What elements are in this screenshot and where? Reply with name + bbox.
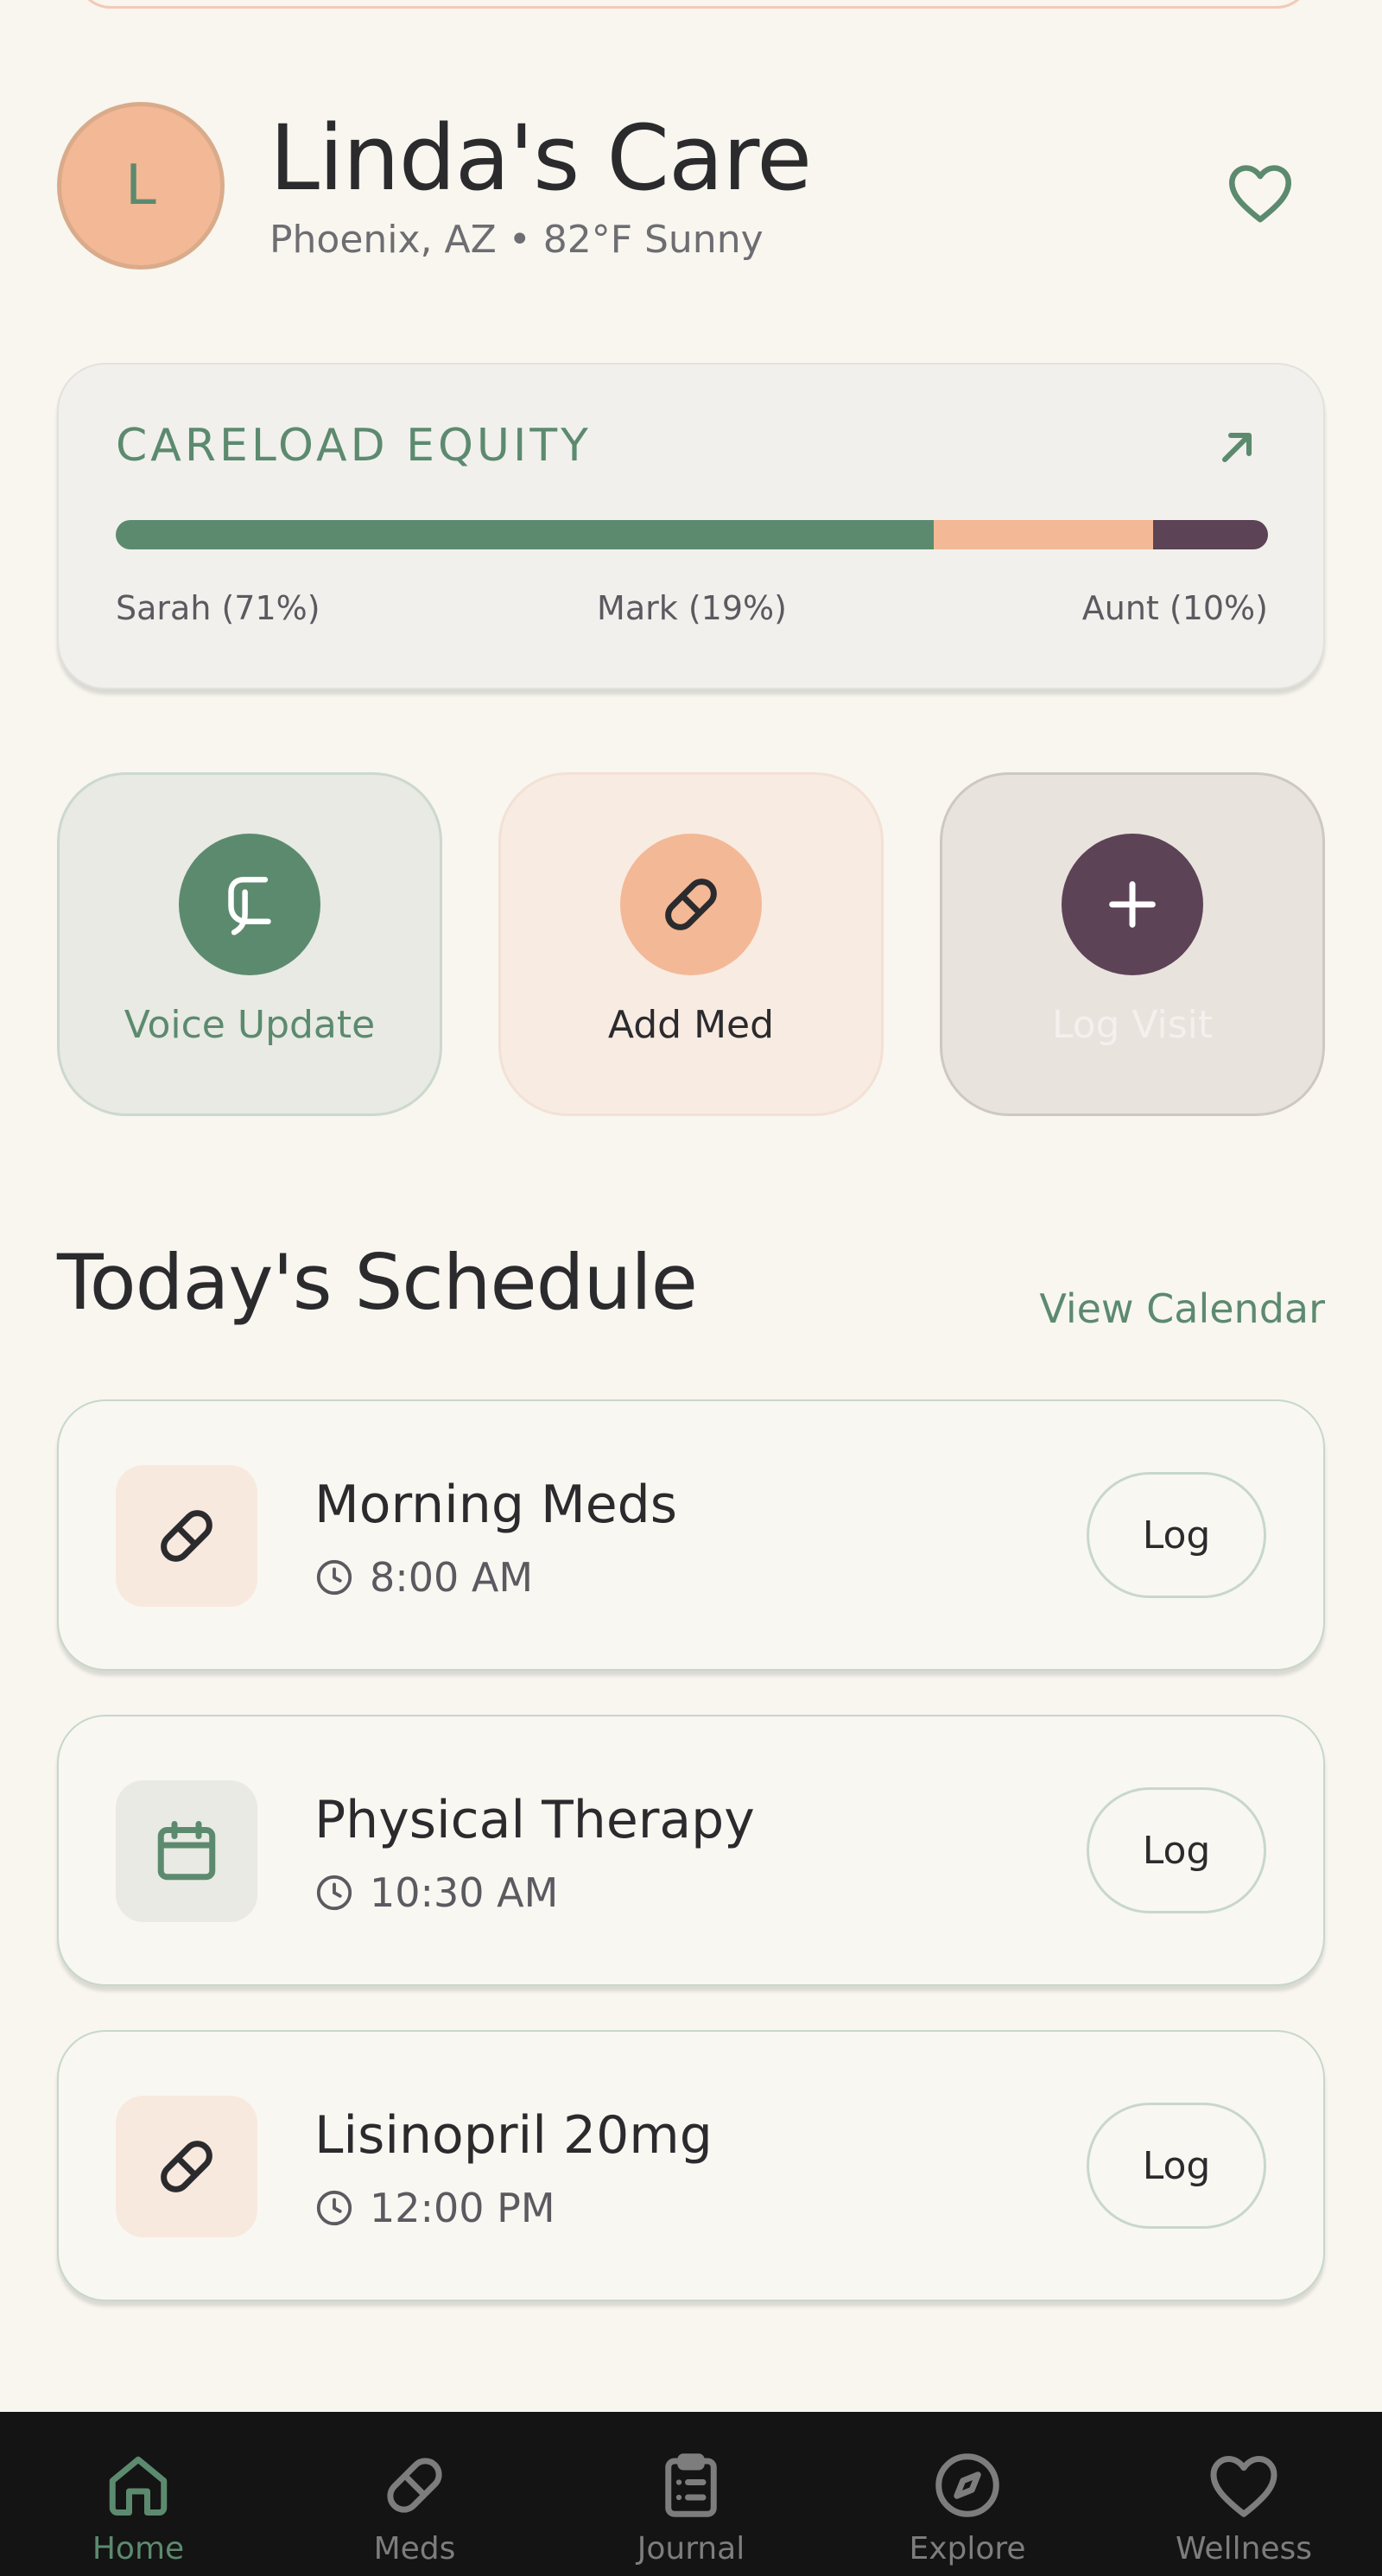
task-name: Physical Therapy (314, 1790, 755, 1850)
nav-explore[interactable]: Explore (829, 2412, 1106, 2576)
previous-card-edge (76, 0, 1311, 9)
log-visit-label: Log Visit (1051, 1003, 1214, 1047)
schedule-item: Morning Meds 8:00 AM Log (57, 1399, 1325, 1671)
schedule-title: Today's Schedule (57, 1238, 698, 1327)
home-icon (109, 2456, 168, 2516)
heart-icon (1229, 165, 1291, 223)
careload-segment-sarah (116, 520, 935, 549)
plus-icon-circle (1062, 834, 1203, 975)
careload-segment-aunt (1152, 520, 1268, 549)
nav-journal-label: Journal (637, 2531, 745, 2566)
task-time-text: 8:00 AM (370, 1554, 534, 1601)
arrow-up-right-icon[interactable] (1213, 423, 1261, 472)
nav-home-label: Home (92, 2531, 185, 2566)
task-icon-box (116, 1780, 257, 1922)
task-time: 8:00 AM (314, 1553, 533, 1602)
careload-legend: Sarah (71%) Mark (19%) Aunt (10%) (116, 589, 1268, 632)
careload-equity-card: CARELOAD EQUITY Sarah (71%) Mark (19%) A… (57, 363, 1325, 689)
pill-icon-circle (620, 834, 762, 975)
task-time-text: 12:00 PM (370, 2185, 555, 2231)
nav-wellness[interactable]: Wellness (1106, 2412, 1382, 2576)
calendar-icon (157, 1821, 216, 1881)
careload-bar (116, 520, 1268, 549)
plus-icon (1109, 881, 1156, 928)
voice-icon (228, 877, 271, 936)
voice-update-button[interactable]: Voice Update (57, 772, 442, 1116)
task-name: Morning Meds (314, 1475, 677, 1535)
log-button[interactable]: Log (1087, 1787, 1266, 1913)
task-time: 12:00 PM (314, 2184, 555, 2232)
nav-explore-label: Explore (909, 2531, 1026, 2566)
task-name: Lisinopril 20mg (314, 2105, 713, 2166)
nav-meds-label: Meds (373, 2531, 456, 2566)
care-header: L Linda's Care Phoenix, AZ • 82°F Sunny (57, 102, 1325, 275)
heart-icon (1210, 2456, 1277, 2517)
log-visit-button[interactable]: Log Visit (940, 772, 1325, 1116)
compass-icon (935, 2453, 999, 2517)
nav-meds[interactable]: Meds (276, 2412, 553, 2576)
bottom-nav: Home Meds Journal Explore Wellness (0, 2412, 1382, 2576)
location-weather: Phoenix, AZ • 82°F Sunny (269, 218, 764, 262)
task-icon-box (116, 2096, 257, 2237)
task-icon-box (116, 1465, 257, 1607)
nav-home[interactable]: Home (0, 2412, 276, 2576)
avatar[interactable]: L (57, 102, 225, 270)
pill-icon (161, 2141, 212, 2192)
nav-wellness-label: Wellness (1175, 2531, 1313, 2566)
log-button[interactable]: Log (1087, 1472, 1266, 1598)
pill-icon (665, 879, 717, 930)
voice-update-label: Voice Update (124, 1003, 376, 1047)
nav-journal[interactable]: Journal (553, 2412, 829, 2576)
clock-icon (316, 1875, 352, 1911)
task-time-text: 10:30 AM (370, 1869, 559, 1916)
pill-icon (387, 2458, 442, 2513)
legend-sarah: Sarah (71%) (116, 589, 320, 627)
task-time: 10:30 AM (314, 1869, 558, 1917)
legend-aunt: Aunt (10%) (1081, 589, 1268, 627)
page-title: Linda's Care (269, 105, 812, 211)
view-calendar-link[interactable]: View Calendar (1039, 1285, 1325, 1332)
favorite-button[interactable] (1221, 154, 1299, 232)
voice-icon-circle (179, 834, 320, 975)
careload-equity-label: CARELOAD EQUITY (116, 420, 592, 472)
clock-icon (316, 1559, 352, 1596)
pill-icon (161, 1510, 212, 1562)
add-med-label: Add Med (607, 1003, 775, 1047)
careload-segment-mark (934, 520, 1153, 549)
add-med-button[interactable]: Add Med (498, 772, 884, 1116)
clipboard-icon (665, 2453, 717, 2517)
schedule-item: Physical Therapy 10:30 AM Log (57, 1715, 1325, 1986)
schedule-item: Lisinopril 20mg 12:00 PM Log (57, 2030, 1325, 2301)
clock-icon (316, 2190, 352, 2226)
legend-mark: Mark (19%) (597, 589, 787, 627)
log-button[interactable]: Log (1087, 2103, 1266, 2229)
